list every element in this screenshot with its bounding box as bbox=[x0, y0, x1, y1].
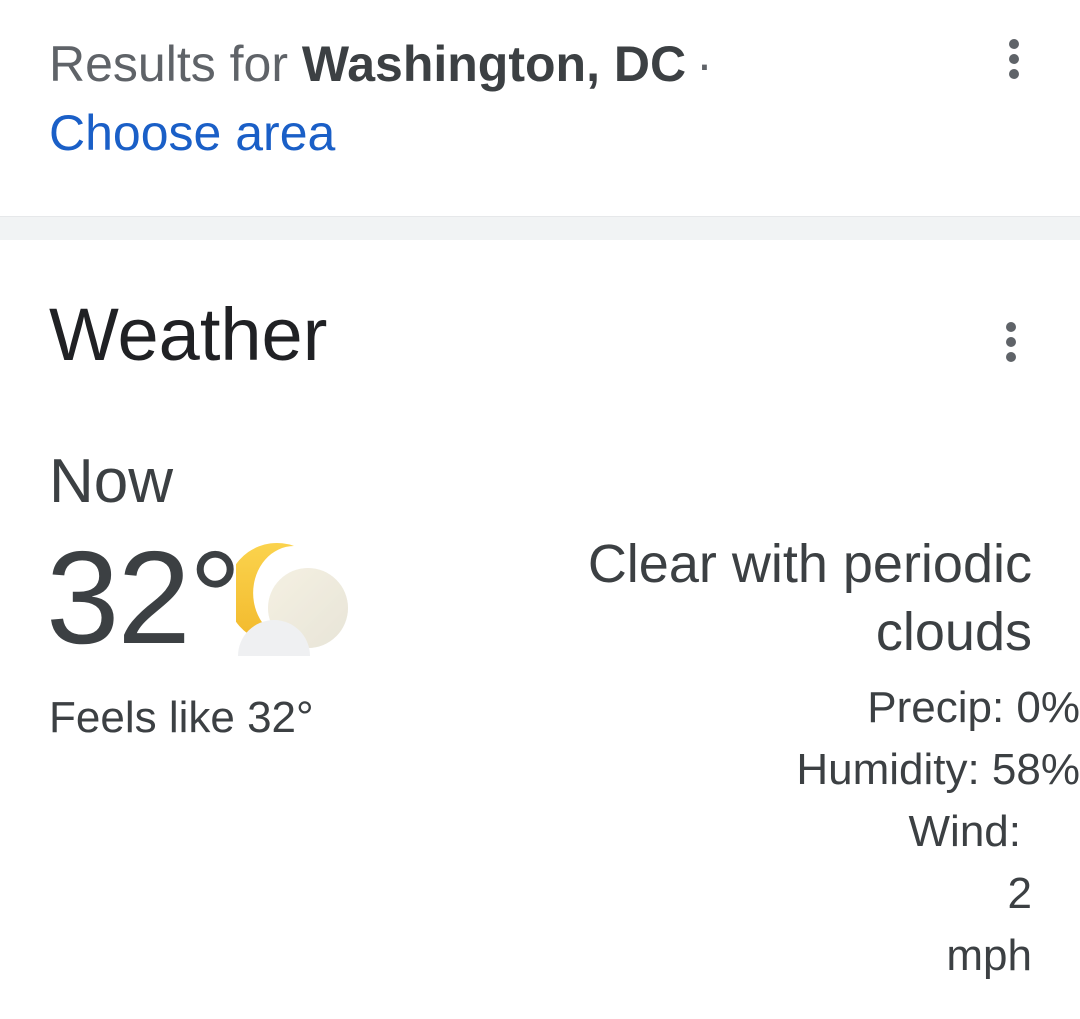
precip-value: Precip: 0% bbox=[867, 683, 1080, 732]
feels-like: Feels like 32° bbox=[49, 693, 314, 742]
results-location: Washington, DC bbox=[301, 36, 687, 92]
wind-unit: mph bbox=[946, 931, 1032, 980]
weather-more-options-icon[interactable] bbox=[991, 312, 1031, 372]
page: Results for Washington, DC · Choose area … bbox=[0, 0, 1080, 1019]
moon-with-clouds-icon bbox=[236, 543, 348, 656]
wind-label: Wind: bbox=[908, 807, 1021, 856]
results-separator-dot: · bbox=[696, 36, 713, 92]
results-prefix: Results for bbox=[49, 36, 288, 92]
weather-condition: Clear with periodic clouds bbox=[587, 534, 1032, 662]
weather-details: Precip: 0% Humidity: 58% Wind: 2 mph bbox=[796, 677, 1080, 987]
results-header: Results for Washington, DC · Choose area bbox=[0, 0, 1080, 216]
current-temperature: 32° bbox=[46, 524, 242, 671]
results-line: Results for Washington, DC · bbox=[49, 34, 713, 94]
wind-speed: 2 bbox=[1007, 869, 1032, 918]
header-more-options-icon[interactable] bbox=[994, 29, 1034, 89]
humidity-value: Humidity: 58% bbox=[796, 745, 1080, 794]
weather-title: Weather bbox=[49, 293, 328, 376]
section-separator bbox=[0, 216, 1080, 240]
now-label: Now bbox=[49, 447, 174, 516]
choose-area-link[interactable]: Choose area bbox=[49, 103, 335, 163]
